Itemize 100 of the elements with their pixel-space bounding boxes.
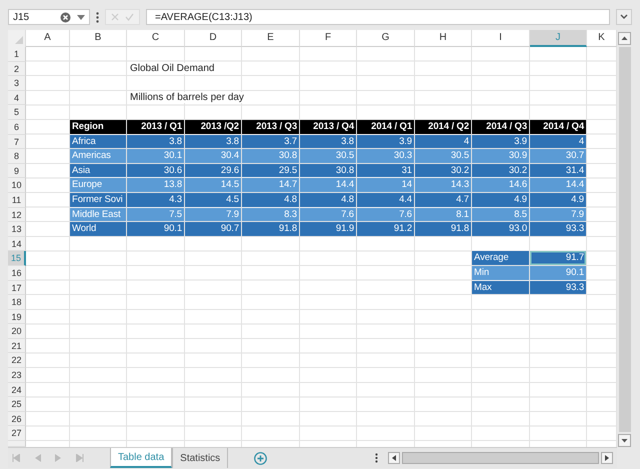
row-header[interactable]: 10 (8, 178, 26, 193)
table-cell: 14.4 (530, 178, 586, 192)
row-header[interactable]: 27 (8, 426, 26, 442)
table-cell: 30.8 (242, 149, 299, 163)
table-cell: 8.5 (472, 208, 529, 222)
table-cell: 30.8 (300, 164, 356, 178)
last-sheet-icon[interactable] (76, 454, 84, 462)
table-cell: 7.5 (127, 208, 184, 222)
table-cell: 8.1 (415, 208, 471, 222)
row-header[interactable]: 6 (8, 120, 26, 135)
table-header-cell: 2014 / Q2 (415, 120, 471, 134)
horizontal-scrollbar[interactable] (388, 452, 613, 464)
table-cell: 31 (357, 164, 414, 178)
table-cell: 4.3 (127, 192, 184, 207)
table-cell: 30.2 (472, 164, 529, 178)
scroll-right-icon[interactable] (601, 452, 613, 464)
row-header[interactable]: 26 (8, 412, 26, 426)
table-header-cell: 2014 / Q4 (530, 120, 586, 134)
table-cell: 91.9 (300, 222, 356, 236)
table-cell: 91.2 (357, 222, 414, 236)
table-cell: 30.6 (127, 164, 184, 178)
table-header-cell: 2013 / Q4 (300, 120, 356, 134)
table-cell: 3.9 (357, 134, 414, 148)
more-icon[interactable] (375, 453, 378, 463)
row-header[interactable]: 19 (8, 310, 26, 324)
table-header-cell: 2014 / Q3 (472, 120, 529, 134)
table-cell: 4.7 (415, 192, 471, 207)
table-cell: 29.5 (242, 164, 299, 178)
row-header[interactable]: 1 (8, 47, 26, 62)
vertical-scrollbar[interactable] (617, 30, 632, 447)
row-header[interactable]: 5 (8, 105, 26, 120)
table-cell: 14 (357, 178, 414, 192)
add-sheet-icon[interactable] (254, 452, 268, 464)
table-cell: 14.4 (300, 178, 356, 192)
table-cell: 90.1 (530, 266, 586, 280)
table-cell: 30.5 (300, 149, 356, 163)
table-cell: 29.6 (185, 164, 241, 178)
table-cell: 91.8 (415, 222, 471, 236)
table-cell: 3.8 (185, 134, 241, 148)
table-cell: 31.4 (530, 164, 586, 178)
table-header-cell: 2014 / Q1 (357, 120, 414, 134)
previous-sheet-icon[interactable] (34, 454, 41, 462)
row-header[interactable]: 24 (8, 382, 26, 398)
scroll-up-icon[interactable] (618, 32, 631, 45)
table-header-cell: 2013 / Q1 (127, 120, 184, 134)
row-header[interactable]: 14 (8, 236, 26, 252)
row-header[interactable]: 11 (8, 192, 26, 208)
table-cell: 3.8 (127, 134, 184, 148)
row-header[interactable]: 16 (8, 266, 26, 280)
sheet-tab[interactable]: Table data (110, 448, 172, 468)
next-sheet-icon[interactable] (55, 454, 62, 462)
row-header[interactable]: 9 (8, 164, 26, 178)
table-cell: 30.1 (127, 149, 184, 163)
row-header[interactable]: 20 (8, 324, 26, 339)
row-header[interactable]: 2 (8, 62, 26, 76)
first-sheet-icon[interactable] (12, 454, 20, 462)
formula-field[interactable]: =AVERAGE(C13:J13) (146, 9, 610, 25)
clear-icon[interactable] (60, 12, 71, 22)
table-cell: 8.3 (242, 208, 299, 222)
scroll-down-icon[interactable] (618, 434, 631, 447)
row-header[interactable]: 18 (8, 295, 26, 310)
table-cell: Europe (70, 178, 126, 192)
row-header[interactable]: 12 (8, 208, 26, 222)
more-icon[interactable] (96, 12, 99, 22)
row-header[interactable]: 23 (8, 368, 26, 383)
table-cell: 4.5 (185, 192, 241, 207)
table-cell: Average (472, 251, 529, 265)
table-cell: Max (472, 280, 529, 294)
table-cell: 13.8 (127, 178, 184, 192)
name-box[interactable]: J15 (8, 9, 90, 25)
table-cell: 30.4 (185, 149, 241, 163)
row-header[interactable]: 13 (8, 222, 26, 237)
table-cell: 4.4 (357, 192, 414, 207)
table-cell: 14.6 (472, 178, 529, 192)
table-cell: 7.9 (185, 208, 241, 222)
table-cell: 91.8 (242, 222, 299, 236)
table-cell: 4.8 (242, 192, 299, 207)
table-cell: Min (472, 266, 529, 280)
table-cell: 3.8 (300, 134, 356, 148)
table-cell: 7.6 (300, 208, 356, 222)
row-header[interactable]: 22 (8, 353, 26, 368)
table-cell: 4 (415, 134, 471, 148)
table-header-cell: Region (70, 120, 126, 134)
table-cell: 3.7 (242, 134, 299, 148)
table-cell: 14.3 (415, 178, 471, 192)
table-header-cell: 2013 / Q3 (242, 120, 299, 134)
table-cell: 14.7 (242, 178, 299, 192)
row-header[interactable]: 3 (8, 76, 26, 91)
row-header[interactable]: 17 (8, 280, 26, 296)
row-header[interactable]: 25 (8, 397, 26, 412)
table-cell: Africa (70, 134, 126, 148)
row-header[interactable]: 8 (8, 149, 26, 164)
scroll-left-icon[interactable] (388, 452, 400, 464)
row-header[interactable]: 21 (8, 338, 26, 354)
row-header[interactable]: 4 (8, 90, 26, 106)
row-header[interactable]: 7 (8, 134, 26, 150)
dropdown-icon[interactable] (77, 14, 85, 20)
table-cell: 93.3 (530, 280, 586, 294)
expand-icon[interactable] (616, 9, 632, 25)
sheet-tab[interactable]: Statistics (172, 448, 228, 468)
